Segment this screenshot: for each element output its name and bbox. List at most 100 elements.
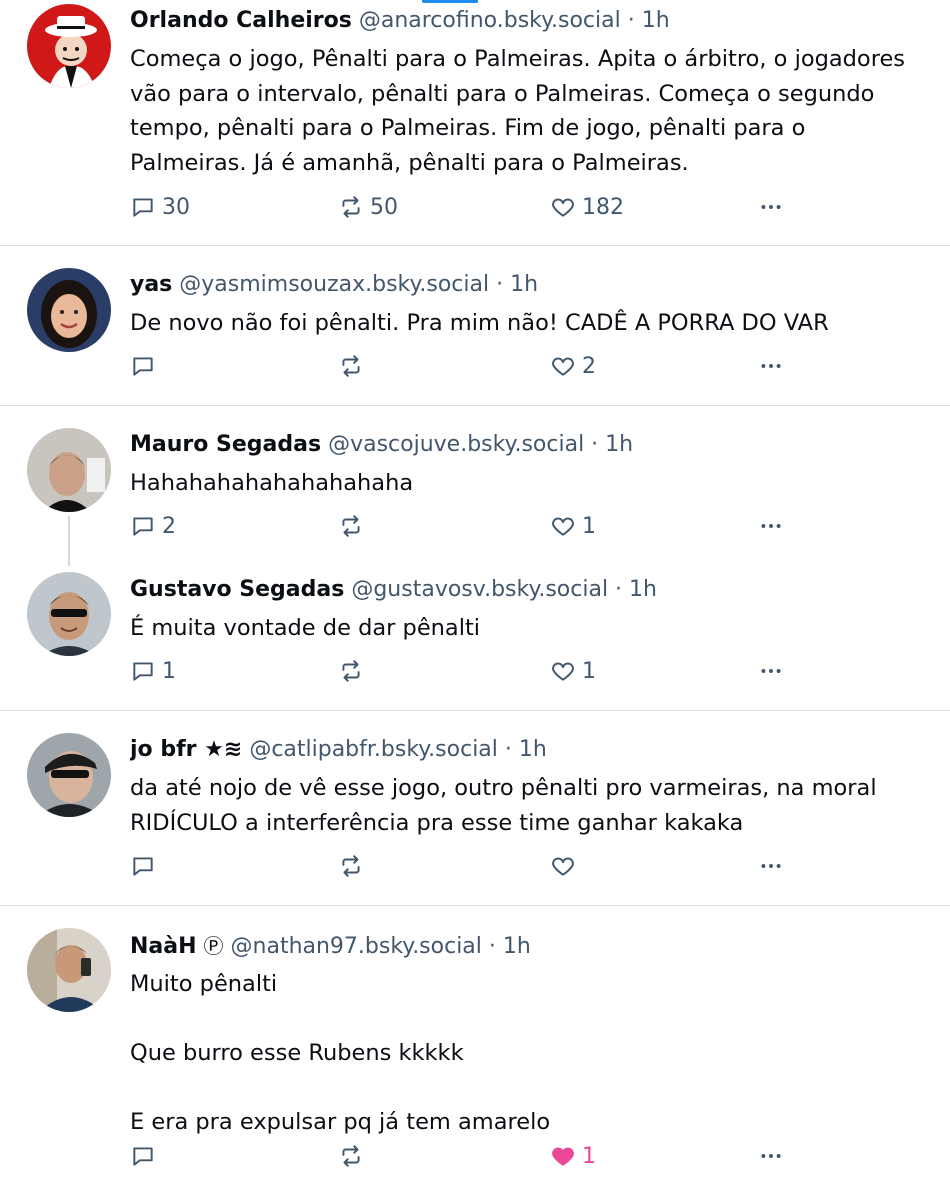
thread-connector bbox=[68, 516, 70, 566]
reply-icon bbox=[133, 662, 153, 681]
separator: · bbox=[497, 737, 519, 762]
separator: · bbox=[584, 432, 606, 457]
post-text: Muito pênalti Que burro esse Rubens kkkk… bbox=[130, 971, 551, 1135]
author-name[interactable]: Mauro Segadas bbox=[130, 432, 321, 457]
more-options-icon bbox=[761, 524, 781, 528]
avatar[interactable] bbox=[27, 268, 111, 352]
more-options-button[interactable] bbox=[758, 656, 784, 686]
author-handle[interactable]: @catlipabfr.bsky.social bbox=[249, 737, 498, 762]
reply-icon bbox=[133, 198, 153, 217]
heart-icon bbox=[552, 857, 574, 876]
repost-icon bbox=[342, 515, 360, 537]
more-options-icon bbox=[761, 669, 781, 673]
post-header: jo bfr ★≋ @catlipabfr.bsky.social · 1h bbox=[130, 737, 950, 763]
like-button[interactable]: 1 bbox=[550, 1141, 596, 1171]
post-header: NaàH Ⓟ @nathan97.bsky.social · 1h bbox=[130, 933, 950, 960]
reply-icon bbox=[133, 857, 153, 876]
timestamp[interactable]: 1h bbox=[503, 934, 531, 959]
author-name[interactable]: jo bfr ★≋ bbox=[130, 737, 242, 762]
repost-button[interactable] bbox=[338, 851, 370, 881]
post-header: Gustavo Segadas @gustavosv.bsky.social ·… bbox=[130, 577, 950, 603]
reply-count: 2 bbox=[162, 513, 176, 539]
author-handle[interactable]: @vascojuve.bsky.social bbox=[328, 432, 584, 457]
timestamp[interactable]: 1h bbox=[519, 737, 547, 762]
post-text: Hahahahahahahahahaha bbox=[130, 470, 414, 496]
thread-segadas: Mauro Segadas @vascojuve.bsky.social · 1… bbox=[0, 406, 950, 711]
reply-button[interactable] bbox=[130, 1141, 162, 1171]
author-handle[interactable]: @yasmimsouzax.bsky.social bbox=[179, 272, 489, 297]
post-actions: 30 50 182 bbox=[130, 192, 930, 222]
timestamp[interactable]: 1h bbox=[510, 272, 538, 297]
post-actions: 1 1 bbox=[130, 656, 930, 686]
post-text: De novo não foi pênalti. Pra mim não! CA… bbox=[130, 310, 829, 336]
more-options-button[interactable] bbox=[758, 851, 784, 881]
more-options-icon bbox=[761, 364, 781, 368]
like-button[interactable]: 2 bbox=[550, 351, 596, 381]
avatar[interactable] bbox=[27, 733, 111, 817]
author-handle[interactable]: @gustavosv.bsky.social bbox=[351, 577, 608, 602]
author-badge: Ⓟ bbox=[203, 934, 224, 958]
post-actions bbox=[130, 851, 930, 881]
author-handle[interactable]: @nathan97.bsky.social bbox=[231, 934, 482, 959]
post-text: da até nojo de vê esse jogo, outro pênal… bbox=[130, 775, 877, 836]
separator: · bbox=[608, 577, 630, 602]
avatar[interactable] bbox=[27, 4, 111, 88]
author-handle[interactable]: @anarcofino.bsky.social bbox=[359, 8, 621, 33]
author-name[interactable]: Orlando Calheiros bbox=[130, 8, 352, 33]
like-count: 1 bbox=[582, 1143, 596, 1169]
post-header: Mauro Segadas @vascojuve.bsky.social · 1… bbox=[130, 432, 950, 458]
repost-icon bbox=[342, 196, 360, 218]
timestamp[interactable]: 1h bbox=[629, 577, 657, 602]
repost-icon bbox=[342, 355, 360, 377]
reply-button[interactable]: 30 bbox=[130, 192, 190, 222]
post-yas[interactable]: yas @yasmimsouzax.bsky.social · 1h De no… bbox=[0, 246, 950, 406]
separator: · bbox=[489, 272, 511, 297]
more-options-button[interactable] bbox=[758, 351, 784, 381]
post-header: yas @yasmimsouzax.bsky.social · 1h bbox=[130, 272, 950, 298]
heart-icon bbox=[552, 357, 574, 376]
post-naah[interactable]: NaàH Ⓟ @nathan97.bsky.social · 1h Muito … bbox=[0, 906, 950, 1185]
post-orlando[interactable]: Orlando Calheiros @anarcofino.bsky.socia… bbox=[0, 0, 950, 246]
repost-icon bbox=[342, 1145, 360, 1167]
heart-filled-icon bbox=[552, 1147, 574, 1166]
repost-button[interactable] bbox=[338, 511, 370, 541]
like-button[interactable]: 1 bbox=[550, 511, 596, 541]
post-jo-bfr[interactable]: jo bfr ★≋ @catlipabfr.bsky.social · 1h d… bbox=[0, 711, 950, 906]
author-name[interactable]: yas bbox=[130, 272, 172, 297]
reply-button[interactable] bbox=[130, 351, 162, 381]
avatar[interactable] bbox=[27, 428, 111, 512]
feed: Orlando Calheiros @anarcofino.bsky.socia… bbox=[0, 0, 950, 1185]
repost-count: 50 bbox=[370, 194, 398, 220]
author-name[interactable]: Gustavo Segadas bbox=[130, 577, 344, 602]
more-options-button[interactable] bbox=[758, 1141, 784, 1171]
more-options-button[interactable] bbox=[758, 511, 784, 541]
separator: · bbox=[620, 8, 642, 33]
heart-icon bbox=[552, 662, 574, 681]
timestamp[interactable]: 1h bbox=[605, 432, 633, 457]
avatar[interactable] bbox=[27, 572, 111, 656]
post-header: Orlando Calheiros @anarcofino.bsky.socia… bbox=[130, 8, 950, 34]
repost-button[interactable] bbox=[338, 656, 370, 686]
avatar[interactable] bbox=[27, 928, 111, 1012]
like-button[interactable] bbox=[550, 851, 582, 881]
more-options-button[interactable] bbox=[758, 192, 784, 222]
repost-button[interactable] bbox=[338, 351, 370, 381]
reply-button[interactable]: 1 bbox=[130, 656, 176, 686]
more-options-icon bbox=[761, 1154, 781, 1158]
like-count: 182 bbox=[582, 194, 624, 220]
heart-icon bbox=[552, 198, 574, 217]
post-text: Começa o jogo, Pênalti para o Palmeiras.… bbox=[130, 46, 906, 176]
more-options-icon bbox=[761, 864, 781, 868]
author-name[interactable]: NaàH bbox=[130, 934, 197, 959]
reply-icon bbox=[133, 357, 153, 376]
timestamp[interactable]: 1h bbox=[642, 8, 670, 33]
like-count: 2 bbox=[582, 353, 596, 379]
separator: · bbox=[481, 934, 503, 959]
reply-button[interactable] bbox=[130, 851, 162, 881]
reply-button[interactable]: 2 bbox=[130, 511, 176, 541]
repost-button[interactable] bbox=[338, 1141, 370, 1171]
repost-button[interactable]: 50 bbox=[338, 192, 398, 222]
post-actions: 2 bbox=[130, 351, 930, 381]
like-button[interactable]: 182 bbox=[550, 192, 624, 222]
like-button[interactable]: 1 bbox=[550, 656, 596, 686]
